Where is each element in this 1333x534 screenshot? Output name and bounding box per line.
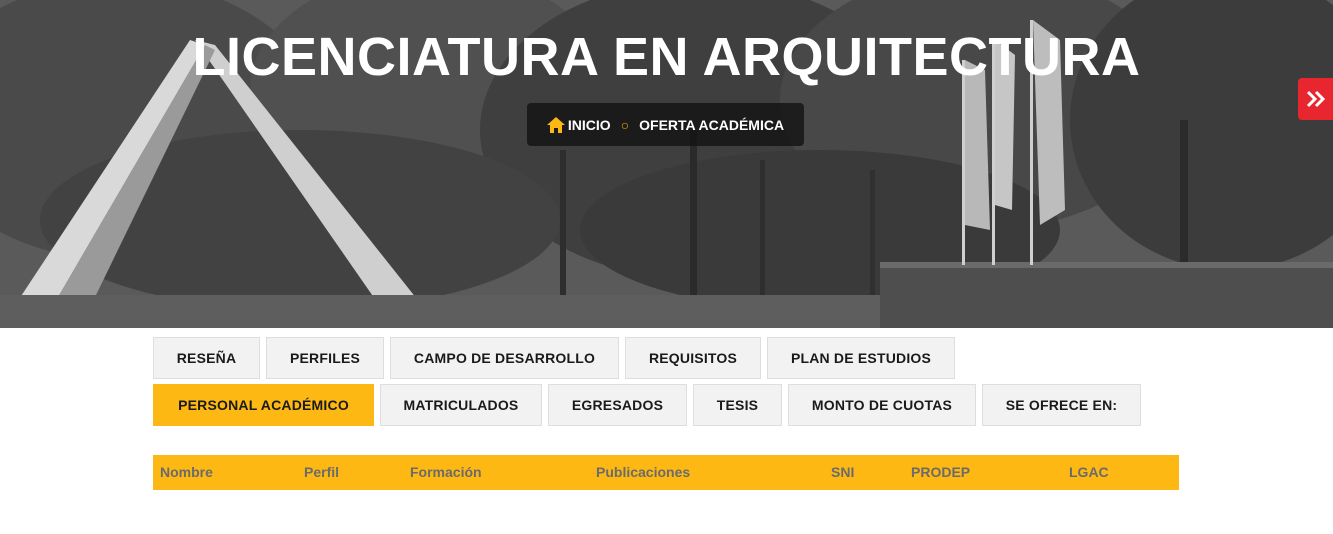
section-tabs: RESEÑA PERFILES CAMPO DE DESARROLLO REQU… (153, 337, 1179, 431)
academic-staff-table-header: Nombre Perfil Formación Publicaciones SN… (153, 455, 1179, 490)
column-header-perfil[interactable]: Perfil (304, 455, 339, 490)
tab-matriculados[interactable]: MATRICULADOS (380, 384, 542, 426)
tab-requisitos[interactable]: REQUISITOS (625, 337, 761, 379)
tab-campo-de-desarrollo[interactable]: CAMPO DE DESARROLLO (390, 337, 619, 379)
tab-se-ofrece-en[interactable]: SE OFRECE EN: (982, 384, 1141, 426)
tab-perfiles[interactable]: PERFILES (266, 337, 384, 379)
column-header-lgac[interactable]: LGAC (1069, 455, 1109, 490)
double-chevron-right-icon (1306, 90, 1325, 108)
tab-resena[interactable]: RESEÑA (153, 337, 260, 379)
tab-monto-de-cuotas[interactable]: MONTO DE CUOTAS (788, 384, 976, 426)
breadcrumb-separator: ○ (620, 116, 630, 133)
side-toggle-button[interactable] (1298, 78, 1333, 120)
home-icon (546, 116, 565, 133)
tab-plan-de-estudios[interactable]: PLAN DE ESTUDIOS (767, 337, 955, 379)
column-header-sni[interactable]: SNI (831, 455, 854, 490)
breadcrumb-home-label: INICIO (567, 116, 611, 133)
page-title: LICENCIATURA EN ARQUITECTURA (192, 27, 1141, 87)
hero-banner: LICENCIATURA EN ARQUITECTURA INICIO ○ OF… (0, 0, 1333, 328)
tab-personal-academico[interactable]: PERSONAL ACADÉMICO (153, 384, 374, 426)
column-header-publicaciones[interactable]: Publicaciones (596, 455, 690, 490)
column-header-prodep[interactable]: PRODEP (911, 455, 970, 490)
tab-row-2: PERSONAL ACADÉMICO MATRICULADOS EGRESADO… (153, 384, 1179, 426)
tab-row-1: RESEÑA PERFILES CAMPO DE DESARROLLO REQU… (153, 337, 1179, 379)
breadcrumb-home-link[interactable]: INICIO (546, 116, 611, 133)
breadcrumb: INICIO ○ OFERTA ACADÉMICA (527, 103, 804, 146)
column-header-formacion[interactable]: Formación (410, 455, 482, 490)
tab-egresados[interactable]: EGRESADOS (548, 384, 687, 426)
tab-tesis[interactable]: TESIS (693, 384, 782, 426)
breadcrumb-current: OFERTA ACADÉMICA (639, 116, 785, 133)
column-header-nombre[interactable]: Nombre (160, 455, 213, 490)
